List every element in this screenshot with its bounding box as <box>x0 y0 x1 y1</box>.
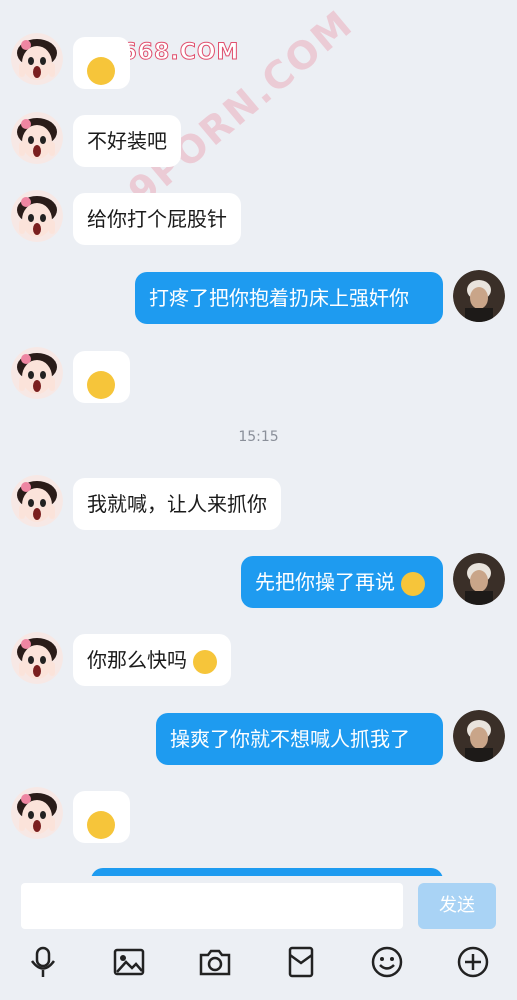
microphone-icon[interactable] <box>25 944 61 980</box>
message-text: 你那么快吗 <box>87 648 187 672</box>
avatar-contact[interactable] <box>11 190 63 242</box>
surprised-face-icon <box>401 571 426 596</box>
message-bubble[interactable] <box>73 37 130 89</box>
avatar-contact[interactable] <box>11 787 63 839</box>
chat-area: 9P668.COM 9PORN.COM 不好装吧 给你打个屁股针 打疼了把你抱着… <box>0 0 517 876</box>
avatar-contact[interactable] <box>11 112 63 164</box>
message-bubble[interactable]: 操爽了你就不想喊人抓我了 <box>156 713 443 765</box>
message-bubble[interactable]: 先把你操了再说 <box>241 556 443 608</box>
message-bubble-partial[interactable] <box>91 868 443 876</box>
message-bubble[interactable]: 打疼了把你抱着扔床上强奸你 <box>135 272 443 324</box>
avatar-contact[interactable] <box>11 347 63 399</box>
message-bubble[interactable]: 不好装吧 <box>73 115 181 167</box>
message-bubble[interactable] <box>73 351 130 403</box>
emoji-icon[interactable] <box>369 944 405 980</box>
thinking-face-icon <box>193 649 218 674</box>
avatar-self[interactable] <box>453 270 505 322</box>
watermark-diagonal: 9PORN.COM <box>120 1 362 214</box>
message-bubble[interactable] <box>73 791 130 843</box>
thinking-face-icon <box>87 56 115 85</box>
avatar-contact[interactable] <box>11 33 63 85</box>
laughing-crying-face-icon <box>87 370 115 399</box>
avatar-contact[interactable] <box>11 632 63 684</box>
image-icon[interactable] <box>111 944 147 980</box>
red-packet-icon[interactable] <box>283 944 319 980</box>
plus-icon[interactable] <box>455 944 491 980</box>
avatar-contact[interactable] <box>11 475 63 527</box>
message-bubble[interactable]: 你那么快吗 <box>73 634 232 686</box>
timestamp: 15:15 <box>238 429 279 445</box>
message-text: 先把你操了再说 <box>255 570 395 594</box>
message-input[interactable] <box>21 883 403 929</box>
camera-icon[interactable] <box>197 944 233 980</box>
avatar-self[interactable] <box>453 710 505 762</box>
thinking-face-icon <box>87 810 115 839</box>
send-button[interactable]: 发送 <box>418 883 496 929</box>
message-bubble[interactable]: 给你打个屁股针 <box>73 193 241 245</box>
message-bubble[interactable]: 我就喊，让人来抓你 <box>73 478 281 530</box>
avatar-self[interactable] <box>453 553 505 605</box>
